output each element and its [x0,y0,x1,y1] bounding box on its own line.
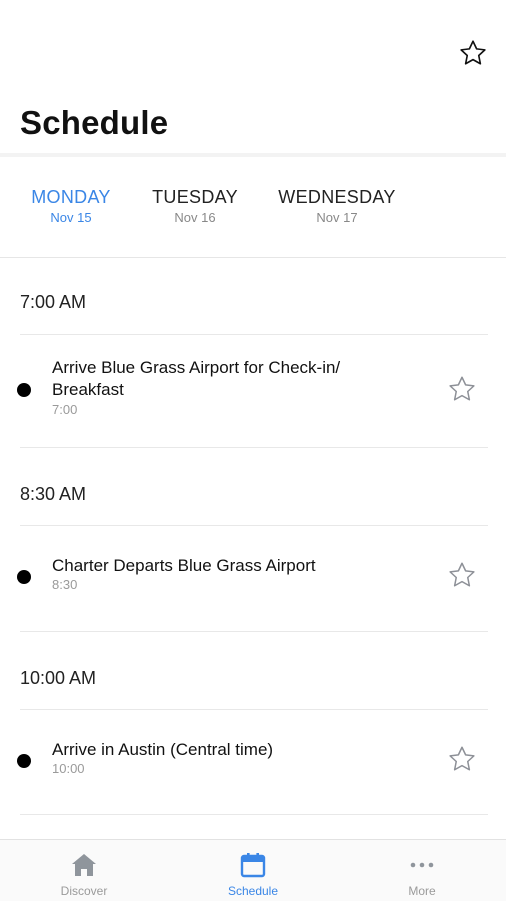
top-bar [0,0,506,90]
tab-schedule[interactable]: Schedule [169,840,337,901]
time-header: 10:00 AM [20,668,97,688]
row-divider [20,631,488,632]
day-tab-wednesday[interactable]: WEDNESDAY Nov 17 [270,184,404,226]
event-time: 10:00 [52,761,85,776]
day-tabs: MONDAY Nov 15 TUESDAY Nov 16 WEDNESDAY N… [0,184,506,234]
bottom-tab-bar: Discover Schedule More [0,839,506,901]
event-bullet [17,754,31,768]
day-tab-name: MONDAY [31,187,111,207]
tabs-divider [0,257,506,258]
day-tab-monday[interactable]: MONDAY Nov 15 [20,184,122,226]
day-tab-name: WEDNESDAY [278,187,396,207]
event-row[interactable]: Arrive Blue Grass Airport for Check-in/ … [0,335,506,447]
time-header: 7:00 AM [20,292,87,312]
event-time: 8:30 [52,577,78,592]
tab-more[interactable]: More [338,840,506,901]
row-divider [20,814,488,815]
calendar-icon [238,850,268,880]
favorites-star-icon[interactable] [456,36,490,70]
home-icon [69,850,99,880]
day-tab-date: Nov 16 [174,210,216,225]
event-bullet [17,570,31,584]
page-title: Schedule [20,104,169,141]
star-icon[interactable] [446,373,478,405]
tab-label: More [408,884,436,898]
event-title: Arrive in Austin (Central time) [52,740,274,759]
event-title: Arrive Blue Grass Airport for Check-in/ … [52,358,341,399]
day-tab-tuesday[interactable]: TUESDAY Nov 16 [146,184,244,226]
event-title: Charter Departs Blue Grass Airport [52,556,316,575]
day-tab-date: Nov 15 [50,210,92,225]
more-dots-icon [407,850,437,880]
event-row[interactable]: Arrive in Austin (Central time) 10:00 [0,710,506,814]
star-icon[interactable] [446,743,478,775]
day-tab-name: TUESDAY [152,187,238,207]
tab-label: Schedule [227,884,279,898]
event-time: 7:00 [52,402,78,417]
title-divider [0,153,506,157]
day-tab-date: Nov 17 [316,210,358,225]
star-icon[interactable] [446,559,478,591]
tab-label: Discover [60,884,108,898]
time-header: 8:30 AM [20,484,87,504]
event-row[interactable]: Charter Departs Blue Grass Airport 8:30 [0,526,506,631]
event-bullet [17,383,31,397]
row-divider [20,447,488,448]
tab-discover[interactable]: Discover [0,840,168,901]
